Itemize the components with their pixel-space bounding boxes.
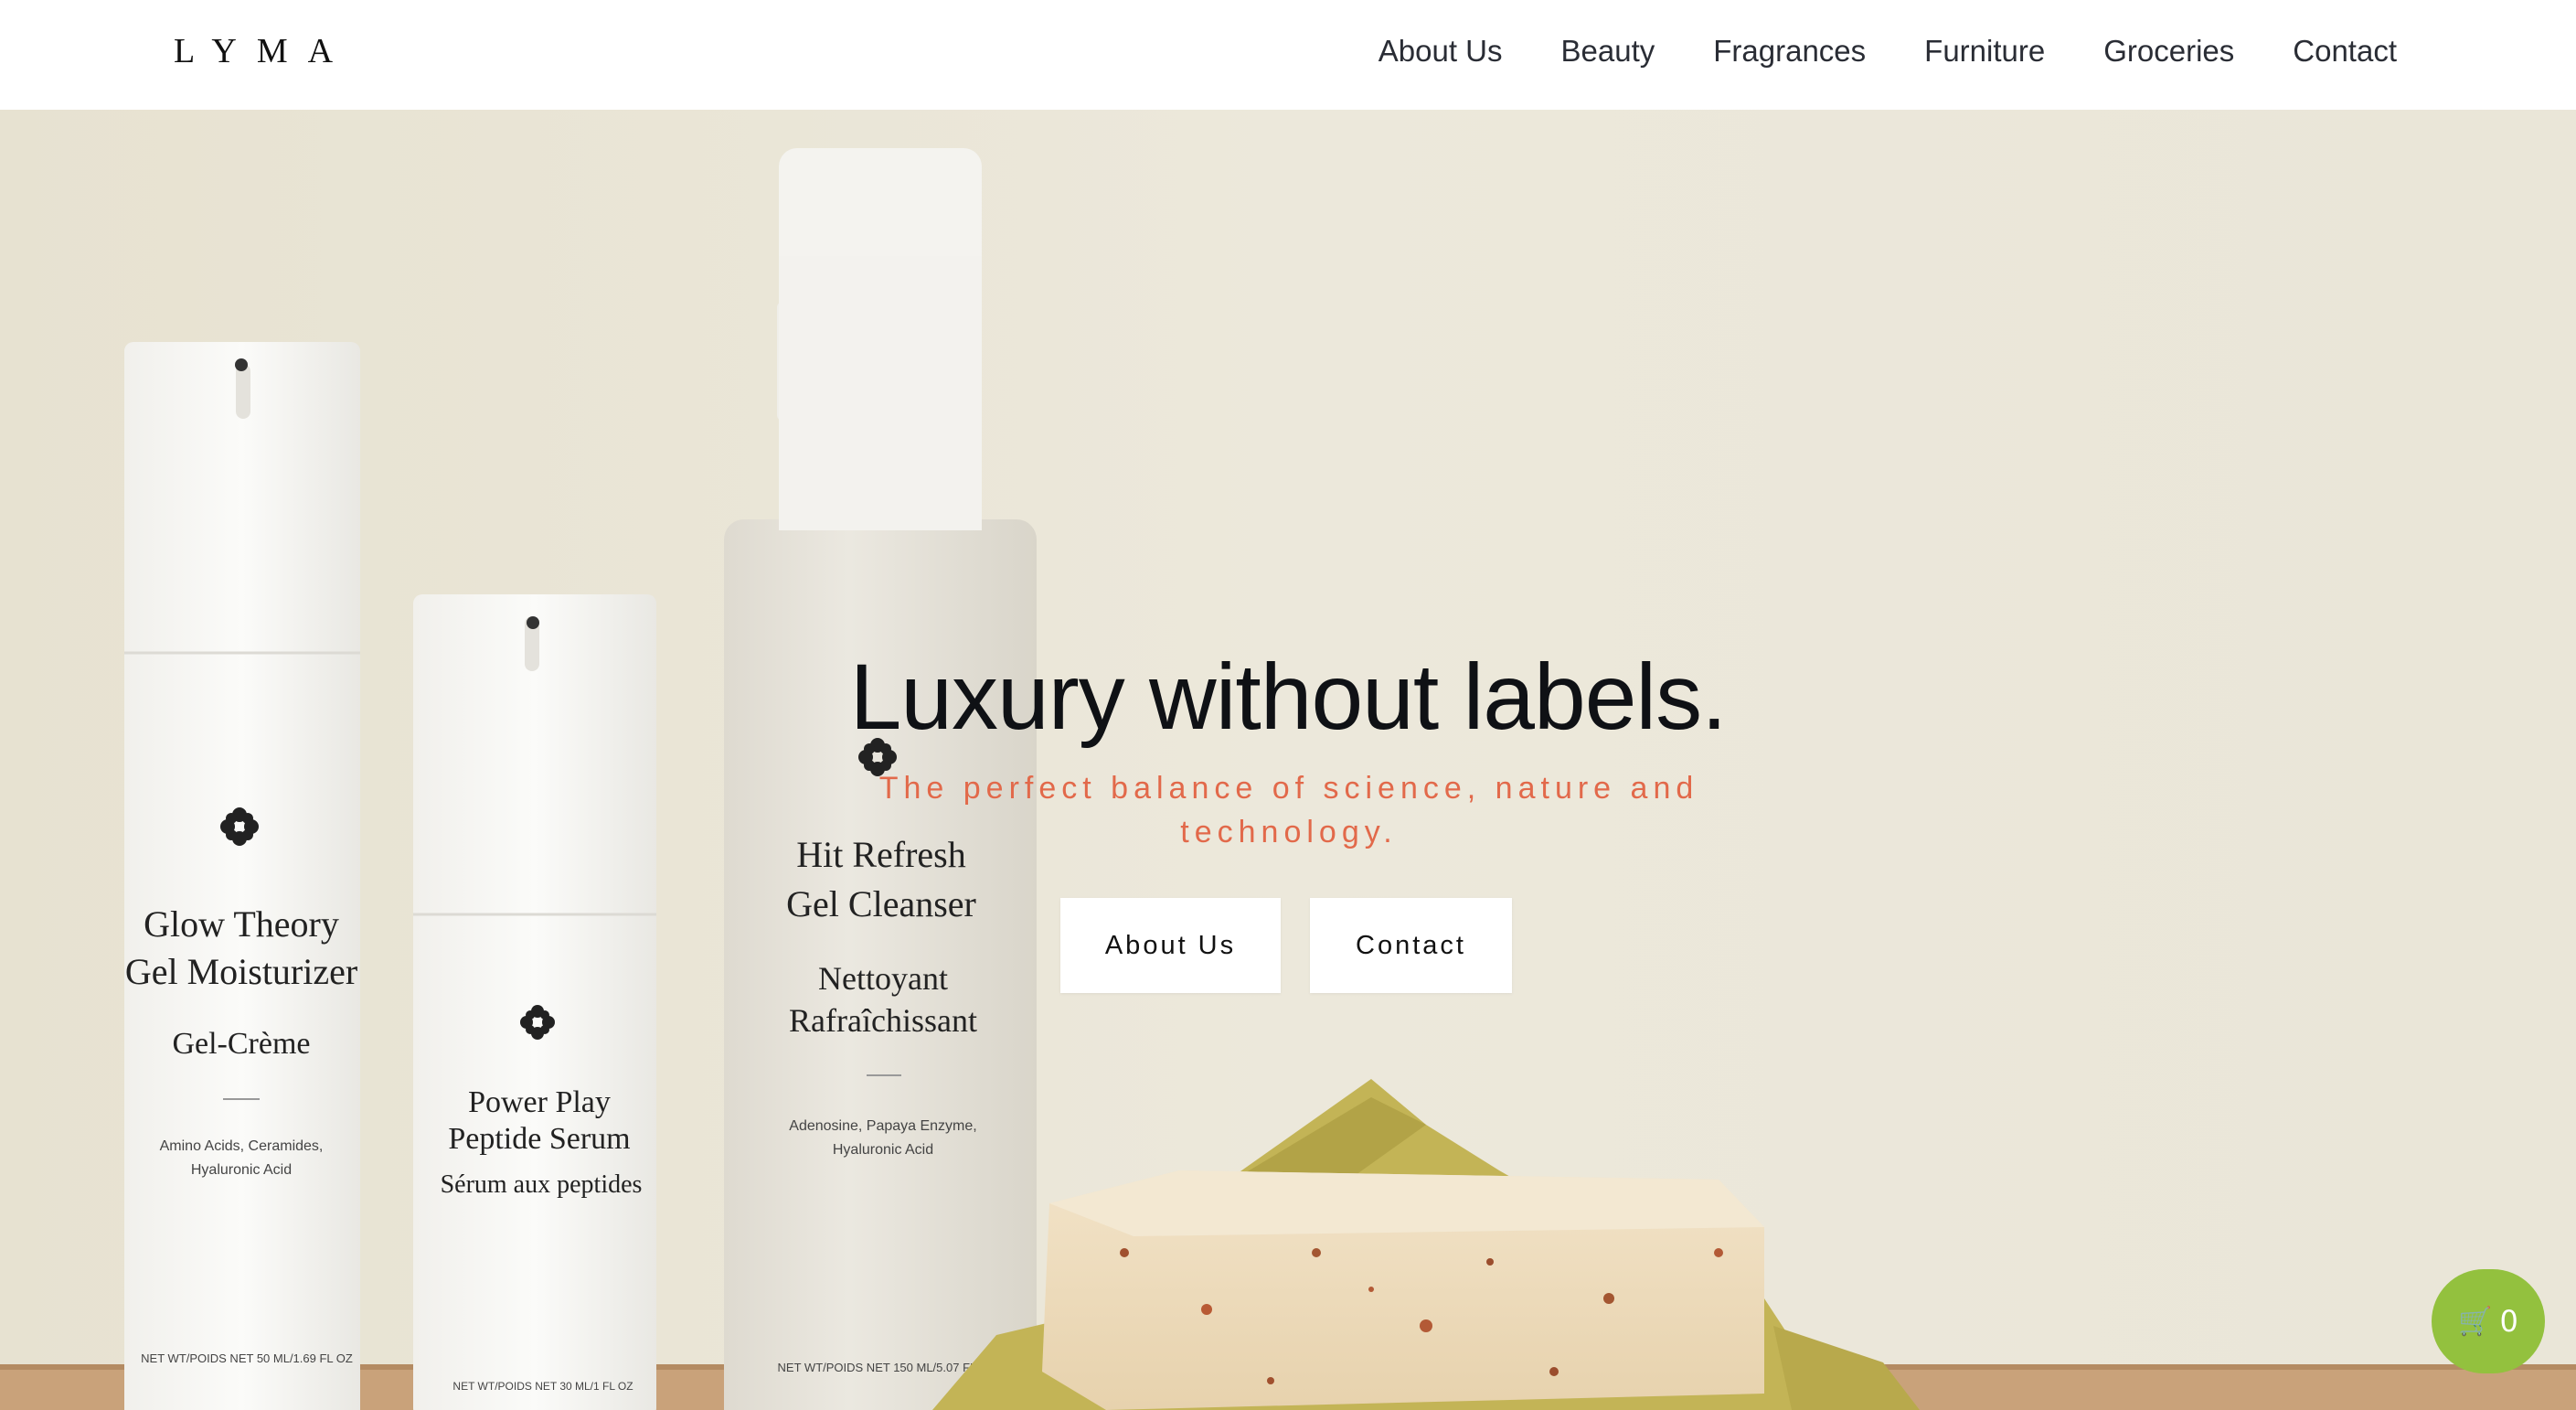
cleanser-fr-1: Nettoyant <box>818 960 948 997</box>
main-nav: About Us Beauty Fragrances Furniture Gro… <box>1320 33 2397 69</box>
moisturizer-ingredients-2: Hyaluronic Acid <box>191 1162 292 1178</box>
serum-fr: Sérum aux peptides <box>441 1170 643 1199</box>
serum-net: NET WT/POIDS NET 30 ML/1 FL OZ <box>452 1380 633 1393</box>
brand-logo[interactable]: LYMA <box>174 31 353 71</box>
cleanser-ingredients-1: Adenosine, Papaya Enzyme, <box>789 1118 976 1134</box>
hero-product-image: Glow Theory Gel Moisturizer Gel-Crème Am… <box>0 110 2576 1410</box>
cleanser-net: NET WT/POIDS NET 150 ML/5.07 FL OZ <box>778 1361 996 1374</box>
nav-furniture[interactable]: Furniture <box>1924 33 2045 69</box>
moisturizer-ingredients-1: Amino Acids, Ceramides, <box>160 1138 324 1154</box>
nav-contact[interactable]: Contact <box>2293 33 2397 69</box>
cleanser-fr-2: Rafraîchissant <box>789 1002 977 1039</box>
serum-name-1: Power Play <box>468 1085 611 1119</box>
site-header: LYMA About Us Beauty Fragrances Furnitur… <box>0 0 2576 110</box>
hero-section: Glow Theory Gel Moisturizer Gel-Crème Am… <box>0 110 2576 1410</box>
hero-subtitle: The perfect balance of science, nature a… <box>878 771 1699 849</box>
serum-name-2: Peptide Serum <box>448 1122 630 1156</box>
cleanser-ingredients-2: Hyaluronic Acid <box>833 1142 933 1158</box>
moisturizer-fr: Gel-Crème <box>172 1027 310 1061</box>
cleanser-name-2: Gel Cleanser <box>786 883 976 924</box>
nav-fragrances[interactable]: Fragrances <box>1713 33 1866 69</box>
soap-bar <box>1042 1170 1764 1410</box>
moisturizer-net: NET WT/POIDS NET 50 ML/1.69 FL OZ <box>141 1351 353 1365</box>
cart-icon: 🛒 <box>2458 1305 2493 1338</box>
cart-count: 0 <box>2499 1304 2518 1339</box>
cart-button[interactable]: 🛒 0 <box>2432 1269 2545 1373</box>
contact-button[interactable]: Contact <box>1310 898 1512 993</box>
moisturizer-bottle: Glow Theory Gel Moisturizer Gel-Crème Am… <box>124 342 360 1410</box>
moisturizer-name-1: Glow Theory <box>144 903 339 945</box>
nav-groceries[interactable]: Groceries <box>2103 33 2234 69</box>
moisturizer-name-2: Gel Moisturizer <box>125 951 357 992</box>
hero-title: Luxury without labels. <box>849 645 1728 749</box>
about-us-button[interactable]: About Us <box>1060 898 1281 993</box>
nav-beauty[interactable]: Beauty <box>1561 33 1655 69</box>
nav-about-us[interactable]: About Us <box>1378 33 1503 69</box>
